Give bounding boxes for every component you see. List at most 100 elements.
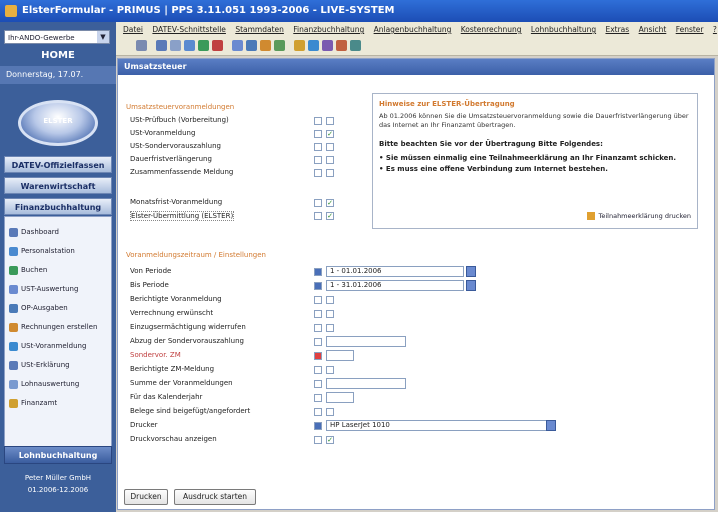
- print-button[interactable]: Drucken: [124, 489, 168, 505]
- select-marker: [314, 394, 322, 402]
- sidebar: Ihr-ANDO-Gewerbe ▼ HOME Donnerstag, 17.07…: [0, 22, 116, 512]
- delete-icon[interactable]: [212, 40, 223, 51]
- checkbox-sondervorauszahlung[interactable]: [326, 143, 334, 151]
- finance-submenu: Dashboard Personalstation Buchen UST-Aus…: [4, 216, 112, 450]
- menu-stammdaten[interactable]: Stammdaten: [235, 25, 284, 34]
- invoice-icon: [9, 322, 18, 332]
- checkbox-monatsfrist[interactable]: ✓: [326, 199, 334, 207]
- chart-icon: [9, 379, 18, 389]
- subitem-label: USt-Erklärung: [21, 361, 70, 369]
- filter-icon[interactable]: [246, 40, 257, 51]
- checkbox-verrechnung[interactable]: [326, 310, 334, 318]
- menu-kostenrechnung[interactable]: Kostenrechnung: [461, 25, 522, 34]
- printer-select[interactable]: HP LaserJet 1010: [326, 420, 556, 431]
- sondervor-input[interactable]: [326, 350, 354, 361]
- chevron-down-icon[interactable]: [546, 420, 556, 431]
- home-label[interactable]: HOME: [0, 50, 116, 61]
- menu-ansicht[interactable]: Ansicht: [639, 25, 667, 34]
- subitem-personal[interactable]: Personalstation: [9, 244, 109, 258]
- menu-lohnbuchhaltung[interactable]: Lohnbuchhaltung: [531, 25, 596, 34]
- subitem-ust-voranmeldung[interactable]: USt-Voranmeldung: [9, 339, 109, 353]
- menu-datei[interactable]: Datei: [123, 25, 143, 34]
- panel-header: Umsatzsteuer: [118, 59, 714, 75]
- info-note: Bitte beachten Sie vor der Übertragung B…: [379, 140, 603, 148]
- print-icon[interactable]: [136, 40, 147, 51]
- checkbox-belege[interactable]: [326, 408, 334, 416]
- company-select[interactable]: Ihr-ANDO-Gewerbe ▼: [4, 30, 110, 44]
- checkbox-berichtigt[interactable]: [326, 296, 334, 304]
- paste-icon[interactable]: [184, 40, 195, 51]
- calendar-icon[interactable]: [466, 266, 476, 277]
- from-period-input[interactable]: 1 - 01.01.2006: [326, 266, 476, 277]
- summe-input[interactable]: [326, 378, 406, 389]
- chevron-down-icon[interactable]: ▼: [97, 31, 109, 43]
- print-declaration-link[interactable]: Teilnahmeerklärung drucken: [587, 212, 691, 220]
- window-titlebar: ElsterFormular - PRIMUS | PPS 3.11.051 1…: [0, 0, 718, 22]
- company-name: Peter Müller GmbH: [24, 474, 92, 482]
- checkbox-voranmeldung[interactable]: ✓: [326, 130, 334, 138]
- printer-icon: [587, 212, 596, 220]
- copy-icon[interactable]: [170, 40, 181, 51]
- menu-fenster[interactable]: Fenster: [676, 25, 704, 34]
- select-marker: [314, 212, 322, 220]
- label-berichtigt: Berichtigte Voranmeldung: [130, 295, 222, 303]
- checkbox-berichtigt-zm[interactable]: [326, 366, 334, 374]
- subitem-buchen[interactable]: Buchen: [9, 263, 109, 277]
- subitem-ust-auswertung[interactable]: UST-Auswertung: [9, 282, 109, 296]
- app-icon: [5, 5, 17, 17]
- grid-icon[interactable]: [232, 40, 243, 51]
- save-icon[interactable]: [156, 40, 167, 51]
- undo-icon[interactable]: [198, 40, 209, 51]
- subitem-op-ausgaben[interactable]: OP-Ausgaben: [9, 301, 109, 315]
- nav-warenwirtschaft[interactable]: Warenwirtschaft: [4, 177, 112, 194]
- calendar-icon[interactable]: [466, 280, 476, 291]
- nav-finanzbuchhaltung[interactable]: Finanzbuchhaltung: [4, 198, 112, 215]
- menu-datev[interactable]: DATEV-Schnittstelle: [152, 25, 226, 34]
- to-period-input[interactable]: 1 - 31.01.2006: [326, 280, 476, 291]
- main-panel: Umsatzsteuer Umsatzsteuervoranmeldungen …: [117, 58, 715, 510]
- subitem-ust-erklaerung[interactable]: USt-Erklärung: [9, 358, 109, 372]
- logo-text: ELSTER: [43, 117, 73, 125]
- checkbox-einzug[interactable]: [326, 324, 334, 332]
- label-zm: Zusammenfassende Meldung: [130, 168, 234, 176]
- select-marker: [314, 338, 322, 346]
- select-marker: [314, 324, 322, 332]
- list-icon: [9, 303, 18, 313]
- settings-icon[interactable]: [350, 40, 361, 51]
- checkbox-elster[interactable]: ✓: [326, 212, 334, 220]
- export-icon[interactable]: [274, 40, 285, 51]
- sort-icon[interactable]: [294, 40, 305, 51]
- checkbox-zm[interactable]: [326, 169, 334, 177]
- label-von-periode: Von Periode: [130, 267, 172, 275]
- label-dauerfrist: Dauerfristverlängerung: [130, 155, 212, 163]
- label-voranmeldung: USt-Voranmeldung: [130, 129, 196, 137]
- start-output-button[interactable]: Ausdruck starten: [174, 489, 256, 505]
- checkbox-druckvorschau[interactable]: ✓: [326, 436, 334, 444]
- subitem-lohnauswertung[interactable]: Lohnauswertung: [9, 377, 109, 391]
- select-marker: [314, 422, 322, 430]
- menu-extras[interactable]: Extras: [605, 25, 629, 34]
- chart-icon[interactable]: [260, 40, 271, 51]
- info-text: Ab 01.2006 können Sie die Umsatzsteuervo…: [379, 112, 689, 129]
- nav-lohnbuchhaltung[interactable]: Lohnbuchhaltung: [4, 446, 112, 464]
- checkbox-pruefbuch[interactable]: [326, 117, 334, 125]
- checkbox-dauerfrist[interactable]: [326, 156, 334, 164]
- abzug-input[interactable]: [326, 336, 406, 347]
- subitem-label: USt-Voranmeldung: [21, 342, 87, 350]
- subitem-rechnungen[interactable]: Rechnungen erstellen: [9, 320, 109, 334]
- report-icon[interactable]: [336, 40, 347, 51]
- calc-icon[interactable]: [322, 40, 333, 51]
- menu-help[interactable]: ?: [713, 25, 717, 34]
- label-sondervorauszahlung: USt-Sondervorauszahlung: [130, 142, 221, 150]
- label-kalenderjahr: Für das Kalenderjahr: [130, 393, 203, 401]
- search-icon[interactable]: [308, 40, 319, 51]
- subitem-dashboard[interactable]: Dashboard: [9, 225, 109, 239]
- nav-datev[interactable]: DATEV-Offizielfassen: [4, 156, 112, 173]
- menu-anlagenbuchhaltung[interactable]: Anlagenbuchhaltung: [374, 25, 452, 34]
- menu-finanzbuchhaltung[interactable]: Finanzbuchhaltung: [293, 25, 364, 34]
- select-marker: [314, 199, 322, 207]
- subitem-finanzamt[interactable]: Finanzamt: [9, 396, 109, 410]
- select-marker: [314, 268, 322, 276]
- label-belege: Belege sind beigefügt/angefordert: [130, 407, 251, 415]
- kalenderjahr-input[interactable]: [326, 392, 354, 403]
